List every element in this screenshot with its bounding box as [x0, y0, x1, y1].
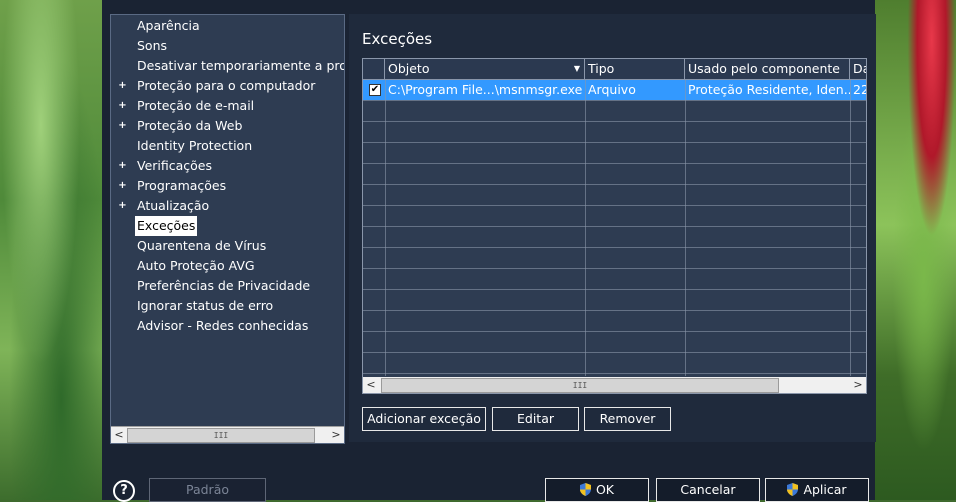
row-checkbox[interactable]: ✔: [369, 84, 381, 96]
tree-item[interactable]: Exceções: [111, 216, 344, 236]
cell-tipo: Arquivo: [588, 82, 636, 97]
tree-item[interactable]: Sons: [111, 36, 344, 56]
scroll-right-arrow-icon[interactable]: >: [328, 427, 344, 443]
expand-plus-icon[interactable]: +: [118, 201, 127, 211]
grid-row-line: [363, 331, 866, 332]
tree-item[interactable]: Identity Protection: [111, 136, 344, 156]
tree-item-label: Quarentena de Vírus: [137, 238, 267, 253]
expand-plus-icon[interactable]: +: [118, 181, 127, 191]
tree-item-label: Auto Proteção AVG: [137, 258, 255, 273]
tree-item-label: Atualização: [137, 198, 210, 213]
tree-item-label: Sons: [137, 38, 168, 53]
exceptions-table[interactable]: Objeto ▼ Tipo Usado pelo componente Da ✔…: [362, 58, 867, 394]
tree-horizontal-scrollbar[interactable]: < III >: [111, 426, 344, 443]
tree-item[interactable]: + Verificações: [111, 156, 344, 176]
sort-descending-icon: ▼: [573, 64, 580, 73]
tree-item[interactable]: + Proteção para o computador: [111, 76, 344, 96]
header-checkbox-column[interactable]: [363, 59, 385, 79]
page-title: Exceções: [362, 30, 433, 48]
apply-button-label: Aplicar: [803, 482, 847, 497]
table-scroll-left-icon[interactable]: <: [363, 377, 379, 393]
tree-item-label: Identity Protection: [137, 138, 253, 153]
tree-item[interactable]: Quarentena de Vírus: [111, 236, 344, 256]
header-componente[interactable]: Usado pelo componente: [685, 59, 850, 79]
tree-item-label: Proteção para o computador: [137, 78, 316, 93]
grid-row-line: [363, 184, 866, 185]
ok-button[interactable]: OK: [545, 478, 649, 502]
scroll-left-arrow-icon[interactable]: <: [111, 427, 127, 443]
grid-row-line: [363, 289, 866, 290]
grid-row-line: [363, 352, 866, 353]
cell-componente: Proteção Residente, Iden...: [688, 82, 850, 97]
table-scroll-thumb[interactable]: III: [381, 378, 779, 393]
grid-row-line: [363, 268, 866, 269]
grid-column-line: [585, 80, 586, 376]
tree-item[interactable]: Advisor - Redes conhecidas: [111, 316, 344, 336]
desktop-wallpaper-right: [875, 0, 956, 500]
cell-objeto: C:\Program File...\msnmsgr.exe: [388, 82, 583, 97]
expand-plus-icon[interactable]: +: [118, 101, 127, 111]
header-tipo[interactable]: Tipo: [585, 59, 685, 79]
tree-item-label: Proteção de e-mail: [137, 98, 255, 113]
grid-row-line: [363, 226, 866, 227]
expand-plus-icon[interactable]: +: [118, 121, 127, 131]
table-scroll-right-icon[interactable]: >: [850, 377, 866, 393]
grid-row-line: [363, 310, 866, 311]
table-header: Objeto ▼ Tipo Usado pelo componente Da: [363, 59, 866, 80]
tree-item-label: Advisor - Redes conhecidas: [137, 318, 309, 333]
tree-item[interactable]: Preferências de Privacidade: [111, 276, 344, 296]
uac-shield-icon: [787, 483, 799, 496]
tree-item-label: Verificações: [137, 158, 213, 173]
cell-data: 22: [853, 82, 866, 97]
cancel-button[interactable]: Cancelar: [656, 478, 760, 502]
grid-column-line: [385, 80, 386, 376]
header-objeto-label: Objeto: [388, 61, 430, 76]
grid-column-line: [685, 80, 686, 376]
tree-item-label: Ignorar status de erro: [137, 298, 274, 313]
table-body: ✔ C:\Program File...\msnmsgr.exe Arquivo…: [363, 80, 866, 376]
desktop-wallpaper-left: [0, 0, 102, 500]
expand-plus-icon[interactable]: +: [118, 81, 127, 91]
tree-item[interactable]: + Proteção de e-mail: [111, 96, 344, 116]
tree-item[interactable]: + Programações: [111, 176, 344, 196]
tree-item-label: Programações: [137, 178, 227, 193]
settings-tree-panel[interactable]: Aparência Sons Desativar temporariamente a…: [110, 14, 345, 444]
add-exception-button[interactable]: Adicionar exceção: [362, 407, 486, 431]
tree-item-label: Proteção da Web: [137, 118, 243, 133]
table-horizontal-scrollbar[interactable]: < III >: [363, 377, 866, 393]
tree-item[interactable]: Aparência: [111, 16, 344, 36]
grid-row-line: [363, 373, 866, 374]
tree-item-label: Aparência: [137, 18, 200, 33]
tree-item-label: Exceções: [135, 216, 198, 236]
grid-row-line: [363, 247, 866, 248]
tree-item[interactable]: + Atualização: [111, 196, 344, 216]
expand-plus-icon[interactable]: +: [118, 161, 127, 171]
grid-row-line: [363, 142, 866, 143]
grid-row-line: [363, 205, 866, 206]
header-objeto[interactable]: Objeto ▼: [385, 59, 585, 79]
grid-column-line: [850, 80, 851, 376]
apply-button[interactable]: Aplicar: [765, 478, 869, 502]
tree-item[interactable]: Auto Proteção AVG: [111, 256, 344, 276]
edit-button[interactable]: Editar: [492, 407, 579, 431]
uac-shield-icon: [579, 483, 591, 496]
scroll-thumb[interactable]: III: [127, 428, 315, 443]
remove-button[interactable]: Remover: [584, 407, 671, 431]
tree-item[interactable]: Desativar temporariamente a proteç: [111, 56, 344, 76]
header-data[interactable]: Da: [850, 59, 866, 79]
grid-row-line: [363, 163, 866, 164]
table-row[interactable]: ✔ C:\Program File...\msnmsgr.exe Arquivo…: [363, 80, 866, 100]
tree-item-label: Preferências de Privacidade: [137, 278, 311, 293]
help-icon[interactable]: ?: [113, 480, 135, 502]
grid-row-line: [363, 121, 866, 122]
default-button[interactable]: Padrão: [149, 478, 266, 502]
tree-item[interactable]: Ignorar status de erro: [111, 296, 344, 316]
grid-row-line: [363, 100, 866, 101]
settings-tree-list: Aparência Sons Desativar temporariamente a…: [111, 15, 344, 425]
tree-item[interactable]: + Proteção da Web: [111, 116, 344, 136]
tree-item-label: Desativar temporariamente a proteç: [137, 58, 344, 73]
ok-button-label: OK: [595, 482, 615, 497]
